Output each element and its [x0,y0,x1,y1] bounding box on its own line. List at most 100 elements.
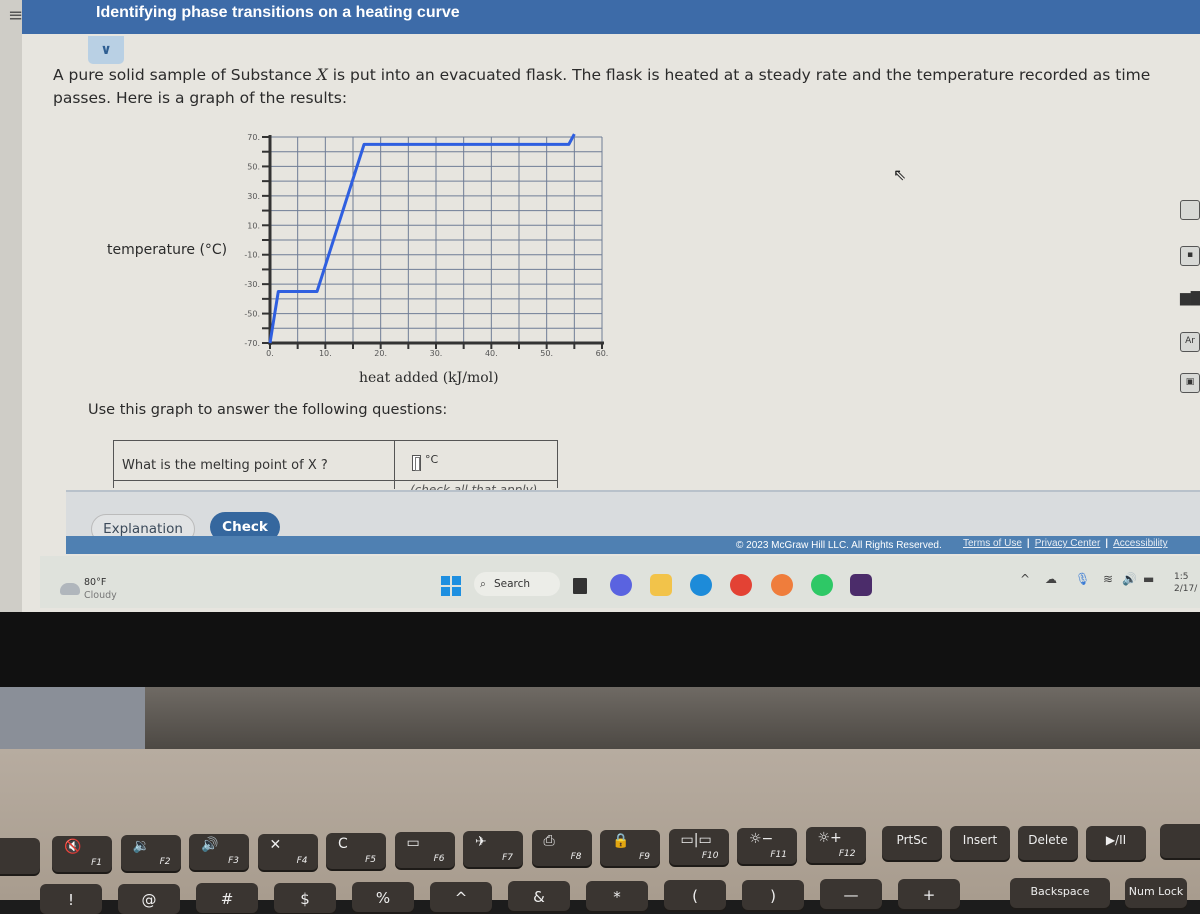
key-label: — [820,886,882,904]
key-number-row[interactable]: # [196,883,258,913]
key-f8[interactable]: ⎙F8 [532,830,592,866]
key-label: % [352,889,414,907]
chart-icon[interactable]: ▆▇ [1180,290,1200,310]
key-ii[interactable]: ▶/II [1086,826,1146,860]
key-f11[interactable]: ☼−F11 [737,828,797,864]
windows-start-icon[interactable] [441,576,461,596]
key-f7[interactable]: ✈F7 [463,831,523,867]
y-tick-label: -30. [244,280,260,289]
esc-key[interactable] [0,838,40,874]
key-f9[interactable]: 🔒F9 [600,830,660,866]
teams-chat-icon[interactable] [610,574,632,596]
clock-date: 2/17/ [1174,583,1197,595]
key-fn-label: F9 [639,852,650,862]
melting-point-input[interactable] [412,455,421,471]
y-tick-label: 10. [247,221,260,230]
key-label: Insert [950,833,1010,847]
key-number-row[interactable]: — [820,879,882,909]
y-tick-label: 30. [247,192,260,201]
hamburger-icon[interactable]: ≡ [8,6,22,26]
key-number-row[interactable]: * [586,881,648,911]
weather-temp[interactable]: 80°F [84,577,106,588]
data-icon[interactable]: ▪ [1180,246,1200,266]
privacy-link[interactable]: Privacy Center [1035,538,1101,549]
key-label: ) [742,887,804,905]
x-tick-label: 40. [485,349,498,358]
key-num-lock[interactable]: Num Lock [1125,878,1187,908]
taskbar-search[interactable]: ⌕ Search [474,572,560,596]
microphone-icon[interactable]: 🎙 [1075,572,1090,586]
x-tick-label: 30. [430,349,443,358]
key-number-row[interactable]: % [352,882,414,912]
y-tick-label: -10. [244,251,260,260]
key-f1[interactable]: 🔇F1 [52,836,112,872]
screen: ≡ Identifying phase transitions on a hea… [0,0,1200,612]
key-label: Delete [1018,833,1078,847]
chrome-icon[interactable] [730,574,752,596]
onedrive-icon[interactable]: ☁ [1045,572,1057,586]
key-f5[interactable]: CF5 [326,833,386,869]
weather-desc[interactable]: Cloudy [84,590,117,601]
heating-curve-line [270,134,574,343]
file-explorer-icon[interactable] [650,574,672,596]
periodic-table-icon[interactable]: Ar [1180,332,1200,352]
key-symbol-icon: ⎙ [544,833,555,849]
key-fn-label: F6 [434,854,445,864]
key-fn-label: F11 [770,850,787,860]
key-prtsc[interactable]: PrtSc [882,826,942,860]
search-icon: ⌕ [480,572,486,596]
key-f6[interactable]: ▭ F6 [395,832,455,868]
volume-icon[interactable]: 🔊 [1122,572,1137,586]
cloud-icon[interactable] [60,583,80,595]
clock[interactable]: 1:52/17/ [1174,571,1197,595]
key-number-row[interactable]: ( [664,880,726,910]
battery-icon[interactable]: ▬ [1143,572,1154,586]
calculator-icon[interactable] [1180,200,1200,220]
question-row: What is the melting point of X ? °C [114,441,557,481]
key-f10[interactable]: ▭|▭F10 [669,829,729,865]
key-stop[interactable] [1160,824,1200,858]
edge-icon[interactable] [690,574,712,596]
chevron-down-icon: ∨ [100,42,111,58]
app-icon[interactable] [850,574,872,596]
key-number-row[interactable]: $ [274,883,336,913]
key-number-row[interactable]: ) [742,880,804,910]
wifi-icon[interactable]: ≋ [1103,572,1113,586]
collapse-button[interactable]: ∨ [88,36,124,64]
key-label: # [196,890,258,908]
key-f12[interactable]: ☼+F12 [806,827,866,863]
key-number-row[interactable]: + [898,879,960,909]
spotify-icon[interactable] [811,574,833,596]
key-label: ▶/II [1086,833,1146,847]
search-label: Search [494,578,530,590]
key-number-row[interactable]: & [508,881,570,911]
task-view-icon[interactable] [573,578,587,594]
y-tick-label: -70. [244,339,260,348]
key-label: ^ [430,889,492,907]
origin-icon[interactable] [771,574,793,596]
key-label: PrtSc [882,833,942,847]
footer-links: Terms of Use|Privacy Center|Accessibilit… [963,538,1168,549]
key-delete[interactable]: Delete [1018,826,1078,860]
key-insert[interactable]: Insert [950,826,1010,860]
key-f3[interactable]: 🔊F3 [189,834,249,870]
key-symbol-icon: 🔇 [64,839,81,855]
key-number-row[interactable]: @ [118,884,180,914]
key-f4[interactable]: ✕F4 [258,834,318,870]
problem-intro: A pure solid sample of Substance X is pu… [53,64,1163,110]
key-number-row[interactable]: ! [40,884,102,914]
key-f2[interactable]: 🔉F2 [121,835,181,871]
key-backspace[interactable]: Backspace [1010,878,1110,908]
terms-link[interactable]: Terms of Use [963,538,1022,549]
accessibility-link[interactable]: Accessibility [1113,538,1167,549]
key-number-row[interactable]: ^ [430,882,492,912]
key-fn-label: F5 [365,855,376,865]
key-symbol-icon: ✈ [475,834,487,850]
key-symbol-icon: ▭ [407,835,420,851]
mouse-cursor-icon: ⇖ [893,165,906,184]
key-label: * [586,888,648,906]
key-fn-label: F10 [702,851,719,861]
tablet-icon[interactable]: ▣ [1180,373,1200,393]
question-table: What is the melting point of X ? °C (che… [113,440,558,488]
tray-chevron-icon[interactable]: ^ [1020,572,1030,586]
